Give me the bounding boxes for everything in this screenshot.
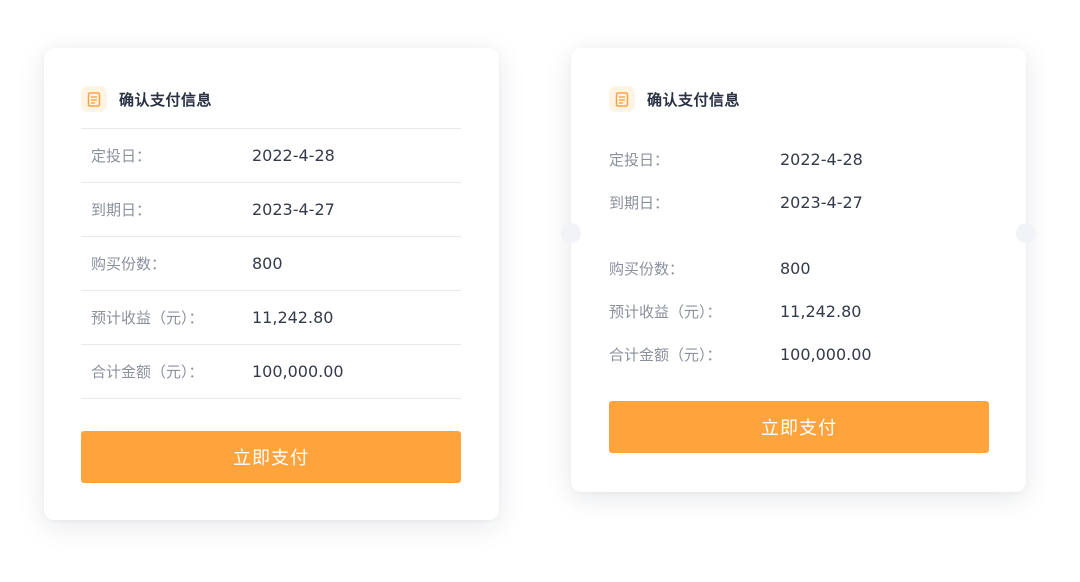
- detail-list: 定投日： 2022-4-28 到期日： 2023-4-27 购买份数： 800 …: [81, 128, 461, 399]
- row-total-amount: 合计金额（元）： 100,000.00: [609, 333, 989, 376]
- card-header: 确认支付信息: [609, 86, 740, 112]
- pay-now-button[interactable]: 立即支付: [609, 401, 989, 453]
- row-label: 合计金额（元）：: [609, 346, 722, 364]
- card-title: 确认支付信息: [647, 90, 741, 109]
- detail-list: 定投日： 2022-4-28 到期日： 2023-4-27 购买份数： 800 …: [609, 138, 989, 376]
- ticket-notch-left: [561, 223, 581, 243]
- row-value: 100,000.00: [252, 362, 344, 381]
- row-label: 到期日：: [91, 201, 152, 219]
- row-shares: 购买份数： 800: [81, 237, 461, 291]
- document-icon: [609, 86, 635, 112]
- row-value: 11,242.80: [252, 308, 334, 327]
- document-icon: [81, 86, 107, 112]
- row-maturity-date: 到期日： 2023-4-27: [609, 181, 989, 224]
- row-expected-return: 预计收益（元）： 11,242.80: [609, 290, 989, 333]
- row-value: 2023-4-27: [780, 193, 863, 212]
- row-value: 11,242.80: [780, 302, 862, 321]
- row-value: 100,000.00: [780, 345, 872, 364]
- ticket-notch-right: [1016, 223, 1036, 243]
- pay-now-button[interactable]: 立即支付: [81, 431, 461, 483]
- row-label: 合计金额（元）：: [91, 363, 204, 381]
- row-label: 到期日：: [609, 194, 670, 212]
- row-label: 定投日：: [91, 147, 152, 165]
- row-label: 购买份数：: [91, 255, 167, 273]
- payment-confirm-card-divided: 确认支付信息 定投日： 2022-4-28 到期日： 2023-4-27 购买份…: [44, 48, 499, 520]
- row-label: 购买份数：: [609, 260, 685, 278]
- payment-confirm-card-ticket: 确认支付信息 定投日： 2022-4-28 到期日： 2023-4-27 购买份…: [561, 48, 1036, 492]
- row-value: 800: [780, 259, 811, 278]
- row-invest-date: 定投日： 2022-4-28: [81, 129, 461, 183]
- row-expected-return: 预计收益（元）： 11,242.80: [81, 291, 461, 345]
- card-header: 确认支付信息: [81, 86, 212, 112]
- row-value: 800: [252, 254, 283, 273]
- row-shares: 购买份数： 800: [609, 247, 989, 290]
- row-maturity-date: 到期日： 2023-4-27: [81, 183, 461, 237]
- row-invest-date: 定投日： 2022-4-28: [609, 138, 989, 181]
- row-total-amount: 合计金额（元）： 100,000.00: [81, 345, 461, 399]
- row-value: 2023-4-27: [252, 200, 335, 219]
- row-label: 定投日：: [609, 151, 670, 169]
- row-label: 预计收益（元）：: [91, 309, 204, 327]
- row-value: 2022-4-28: [252, 146, 335, 165]
- row-value: 2022-4-28: [780, 150, 863, 169]
- row-label: 预计收益（元）：: [609, 303, 722, 321]
- card-title: 确认支付信息: [119, 90, 213, 109]
